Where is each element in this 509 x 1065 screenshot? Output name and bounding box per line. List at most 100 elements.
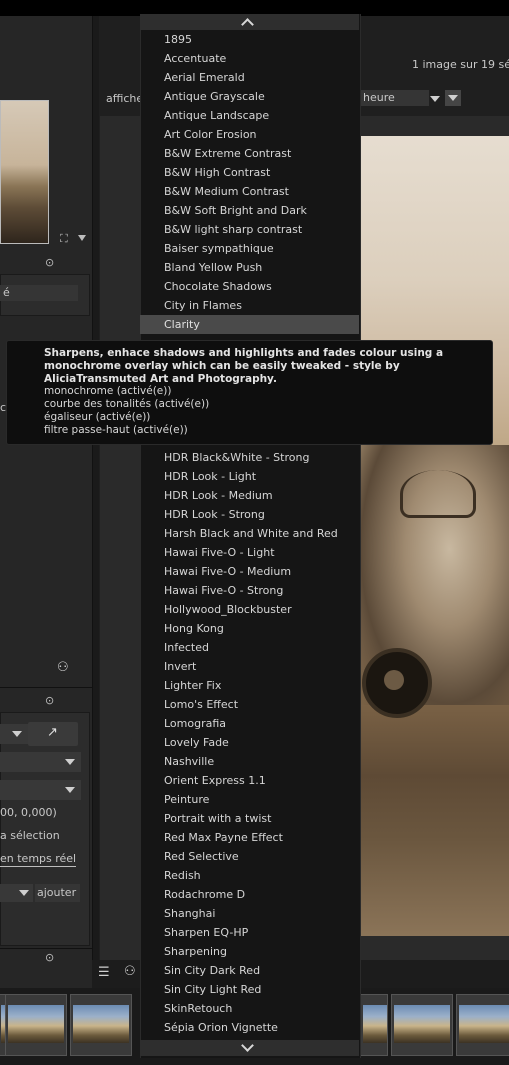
style-item[interactable]: HDR Black&White - Strong [140, 448, 359, 467]
style-item[interactable]: B&W light sharp contrast [140, 220, 359, 239]
style-item[interactable]: Sharpen EQ-HP [140, 923, 359, 942]
style-item[interactable]: Hawai Five-O - Strong [140, 581, 359, 600]
chevron-down-icon [241, 1039, 254, 1052]
style-item[interactable]: Invert [140, 657, 359, 676]
style-item[interactable]: Sin City Light Red [140, 980, 359, 999]
style-item[interactable]: Clarity [140, 315, 359, 334]
chevron-up-icon [241, 18, 254, 31]
selection-label: a sélection [0, 829, 60, 842]
zoom-dropdown-icon[interactable] [78, 235, 86, 241]
dropdown-arrow-icon [19, 890, 29, 896]
style-item[interactable]: Aerial Emerald [140, 68, 359, 87]
dropdown-arrow-icon [65, 759, 75, 765]
filmstrip-thumbnail[interactable] [5, 994, 67, 1056]
history-field[interactable]: é [0, 285, 78, 301]
style-item[interactable]: Sharpening [140, 942, 359, 961]
style-item[interactable]: Baiser sympathique [140, 239, 359, 258]
style-item[interactable]: Antique Landscape [140, 106, 359, 125]
expand-icon[interactable]: ⊙ [45, 694, 54, 707]
style-item[interactable]: Hollywood_Blockbuster [140, 600, 359, 619]
style-item[interactable]: Orient Express 1.1 [140, 771, 359, 790]
style-item[interactable]: Lomografia [140, 714, 359, 733]
style-item[interactable]: Sépia Orion Vignette [140, 1018, 359, 1037]
collapse-icon[interactable]: ⊙ [45, 256, 54, 269]
style-item[interactable]: Harsh Black and White and Red [140, 524, 359, 543]
style-item[interactable]: Lovely Fade [140, 733, 359, 752]
style-item[interactable]: Peinture [140, 790, 359, 809]
divider [0, 948, 92, 949]
dropdown-arrow-icon[interactable] [430, 96, 440, 102]
color-values: 00, 0,000) [0, 806, 57, 819]
style-item[interactable]: Shanghai [140, 904, 359, 923]
style-item[interactable]: Sin City Dark Red [140, 961, 359, 980]
divider [0, 687, 92, 688]
style-item[interactable]: Chocolate Shadows [140, 277, 359, 296]
scroll-up-button[interactable] [140, 14, 359, 31]
collapse-icon[interactable]: ⊙ [45, 951, 54, 964]
navigation-thumbnail[interactable] [0, 100, 49, 244]
style-item[interactable]: B&W Soft Bright and Dark [140, 201, 359, 220]
shark-mouth-shape [400, 470, 476, 518]
add-sample-button[interactable]: ajouter [35, 884, 80, 902]
style-item[interactable]: HDR Look - Strong [140, 505, 359, 524]
tooltip-module: courbe des tonalités (activé(e)) [44, 398, 210, 411]
style-tooltip: Sharpens, enhace shadows and highlights … [6, 340, 493, 445]
style-item[interactable]: Nashville [140, 752, 359, 771]
style-item[interactable]: Art Color Erosion [140, 125, 359, 144]
style-item[interactable]: Antique Grayscale [140, 87, 359, 106]
style-item[interactable]: Red Selective [140, 847, 359, 866]
tooltip-description: AliciaTransmuted Art and Photography. [44, 372, 277, 385]
menu-icon[interactable]: ☰ [98, 965, 110, 980]
style-item[interactable]: Red Max Payne Effect [140, 828, 359, 847]
style-item[interactable]: Lomo's Effect [140, 695, 359, 714]
style-item[interactable]: Hawai Five-O - Medium [140, 562, 359, 581]
left-panel-edge[interactable] [93, 16, 99, 990]
style-item[interactable]: Portrait with a twist [140, 809, 359, 828]
realtime-toggle[interactable]: en temps réel [0, 852, 77, 867]
pipette-button[interactable]: ↗ [28, 722, 78, 746]
style-item[interactable]: B&W Extreme Contrast [140, 144, 359, 163]
tooltip-module: monochrome (activé(e)) [44, 385, 172, 398]
filmstrip-thumbnail[interactable] [456, 994, 509, 1056]
style-item[interactable]: Hawai Five-O - Light [140, 543, 359, 562]
thumbnail-image [459, 1005, 509, 1043]
style-item[interactable]: Bland Yellow Push [140, 258, 359, 277]
pipette-icon: ↗ [47, 725, 58, 740]
style-item[interactable]: Infected [140, 638, 359, 657]
dropdown-arrow-icon [65, 787, 75, 793]
presets-icon[interactable]: ⚇ [124, 964, 136, 979]
style-item[interactable]: B&W Medium Contrast [140, 182, 359, 201]
filmstrip-thumbnail[interactable] [391, 994, 453, 1056]
dropdown-arrow-icon[interactable] [12, 731, 22, 737]
style-item[interactable]: SkinRetouch [140, 999, 359, 1018]
zoom-fit-icon[interactable]: ⛶ [60, 232, 68, 246]
filmstrip-thumbnail[interactable] [70, 994, 132, 1056]
thumbnail-image [8, 1005, 64, 1043]
tooltip-module: égaliseur (activé(e)) [44, 410, 151, 423]
thumbnail-image [394, 1005, 450, 1043]
presets-icon[interactable]: ⚇ [57, 660, 69, 675]
style-item[interactable]: 1895 [140, 30, 359, 49]
style-item[interactable]: City in Flames [140, 296, 359, 315]
navigation-thumbnail-image [1, 101, 48, 243]
sort-order-icon [448, 95, 458, 101]
thumbnail-image [363, 1005, 387, 1043]
tooltip-description: Sharpens, enhace shadows and highlights … [44, 347, 444, 359]
style-item[interactable]: Accentuate [140, 49, 359, 68]
style-item[interactable]: HDR Look - Medium [140, 486, 359, 505]
style-item[interactable]: HDR Look - Light [140, 467, 359, 486]
style-item[interactable]: Redish [140, 866, 359, 885]
style-item[interactable]: Rodachrome D [140, 885, 359, 904]
sort-order-button[interactable] [445, 90, 461, 106]
scroll-down-button[interactable] [140, 1039, 359, 1056]
style-item[interactable]: Hong Kong [140, 619, 359, 638]
filmstrip-thumbnail[interactable] [360, 994, 388, 1056]
thumbnail-image [73, 1005, 129, 1043]
image-count: 1 image sur 19 sé [412, 58, 509, 71]
style-item[interactable]: B&W High Contrast [140, 163, 359, 182]
tooltip-description: monochrome overlay which can be easily t… [44, 359, 400, 372]
airplane-wheel-hub [384, 670, 404, 690]
sort-field[interactable]: heure [360, 90, 429, 106]
show-label: affiche [106, 92, 144, 105]
style-item[interactable]: Lighter Fix [140, 676, 359, 695]
